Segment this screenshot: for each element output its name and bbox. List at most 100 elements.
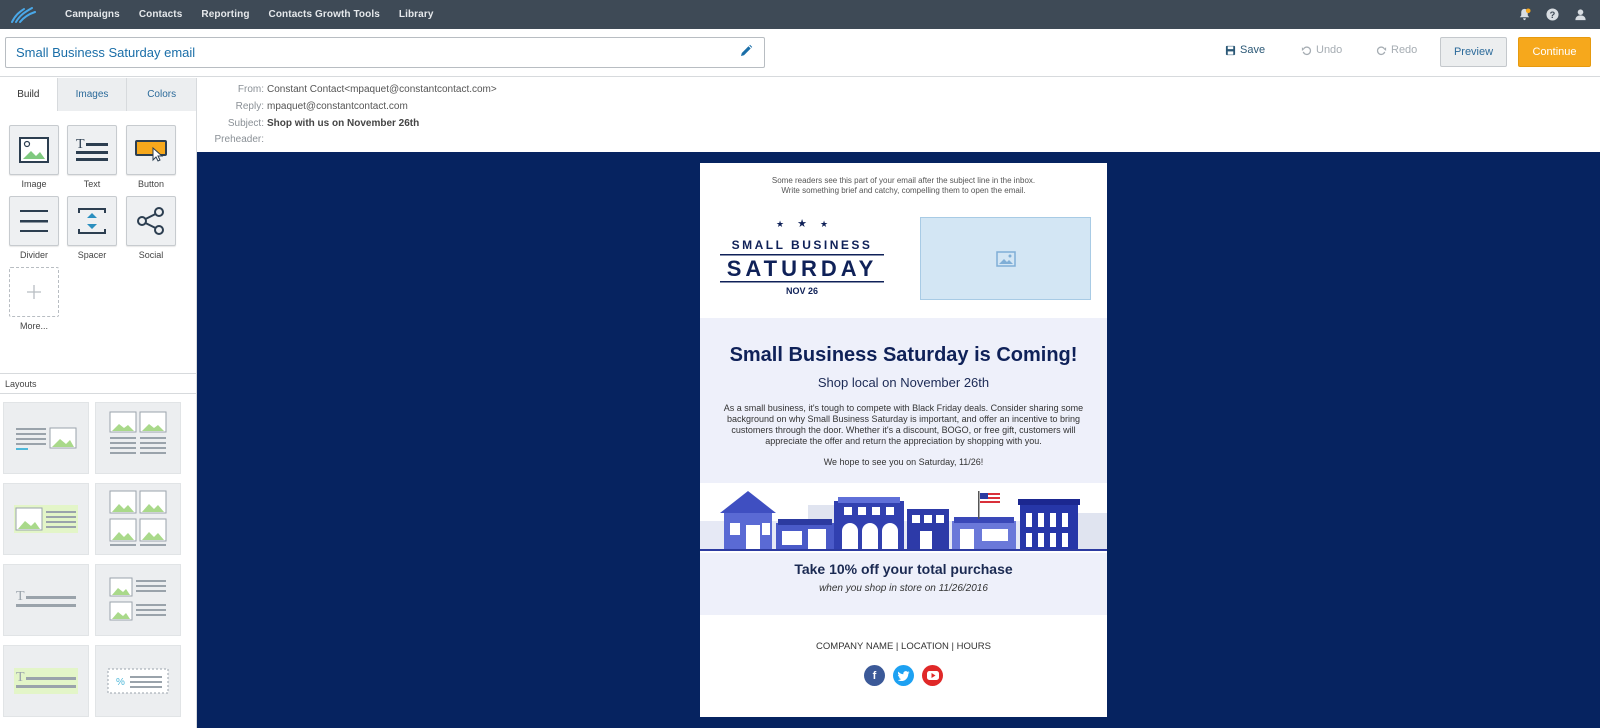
- editor-toolbar: Save Undo Redo Preview Continue: [0, 29, 1600, 77]
- twitter-icon[interactable]: [893, 665, 914, 686]
- layout-title-text[interactable]: T: [3, 564, 89, 636]
- text-icon: T: [76, 137, 108, 161]
- bell-icon[interactable]: [1516, 7, 1532, 23]
- image-icon: [995, 250, 1016, 267]
- constant-contact-logo[interactable]: [0, 0, 46, 29]
- tool-social[interactable]: Social: [125, 196, 177, 260]
- image-placeholder[interactable]: [920, 217, 1091, 300]
- preheader-block[interactable]: Some readers see this part of your email…: [700, 176, 1107, 196]
- plus-icon: [27, 285, 41, 299]
- top-navigation: Campaigns Contacts Reporting Contacts Gr…: [0, 0, 1600, 29]
- from-row[interactable]: From: Constant Contact<mpaquet@constantc…: [197, 84, 497, 95]
- from-label: From:: [237, 84, 264, 95]
- tool-image-box[interactable]: [9, 125, 59, 175]
- layout-thumbnail: [109, 490, 167, 546]
- layout-images-text-stack[interactable]: [95, 564, 181, 636]
- image-icon: [19, 137, 49, 163]
- hero-subtitle: Shop local on November 26th: [817, 375, 990, 390]
- tool-button-box[interactable]: [126, 125, 176, 175]
- layout-two-columns[interactable]: [95, 402, 181, 474]
- tool-more-box[interactable]: [9, 267, 59, 317]
- storefront-illustration[interactable]: [700, 483, 1107, 553]
- nav-contacts-growth-tools[interactable]: Contacts Growth Tools: [269, 9, 380, 20]
- layout-thumbnail: [109, 577, 166, 621]
- nav-library[interactable]: Library: [399, 9, 434, 20]
- undo-button[interactable]: Undo: [1301, 44, 1342, 56]
- offer-subtitle: when you shop in store on 11/26/2016: [819, 583, 988, 594]
- tab-build[interactable]: Build: [0, 78, 57, 111]
- tool-divider-box[interactable]: [9, 196, 59, 246]
- tab-colors[interactable]: Colors: [126, 78, 196, 111]
- undo-label: Undo: [1316, 44, 1343, 56]
- tool-social-box[interactable]: [126, 196, 176, 246]
- layout-title-highlight[interactable]: T: [3, 645, 89, 717]
- layout-thumbnail: [109, 411, 167, 454]
- youtube-icon[interactable]: [922, 665, 943, 686]
- nav-campaigns[interactable]: Campaigns: [65, 9, 120, 20]
- tool-text-box[interactable]: T: [67, 125, 117, 175]
- offer-title: Take 10% off your total purchase: [794, 561, 1013, 577]
- divider-icon: [20, 210, 48, 232]
- tool-divider[interactable]: Divider: [8, 196, 60, 260]
- tool-image-label: Image: [21, 179, 47, 189]
- save-button[interactable]: Save: [1225, 44, 1265, 56]
- reply-row[interactable]: Reply: mpaquet@constantcontact.com: [197, 101, 408, 112]
- email-body: Some readers see this part of your email…: [700, 163, 1107, 717]
- logo-line-3: NOV 26: [786, 286, 818, 296]
- undo-icon: [1301, 45, 1312, 55]
- layout-thumbnail: T: [14, 668, 78, 694]
- svg-text:T: T: [76, 137, 85, 152]
- svg-text:?: ?: [1549, 10, 1555, 20]
- hero-title: Small Business Saturday is Coming!: [729, 344, 1078, 366]
- email-header-info: From: Constant Contact<mpaquet@constantc…: [197, 78, 1600, 152]
- redo-button[interactable]: Redo: [1376, 44, 1417, 56]
- layout-thumbnail: [14, 505, 78, 533]
- facebook-icon[interactable]: f: [864, 665, 885, 686]
- tool-spacer-label: Spacer: [77, 250, 107, 260]
- tab-images[interactable]: Images: [56, 78, 127, 111]
- small-business-saturday-logo[interactable]: ★ ★ ★ SMALL BUSINESS SATURDAY NOV 26: [718, 218, 886, 298]
- layout-image-text-highlight[interactable]: [3, 483, 89, 555]
- tool-text-label: Text: [83, 179, 101, 189]
- tool-divider-label: Divider: [19, 250, 48, 260]
- user-icon[interactable]: [1572, 7, 1588, 23]
- tool-spacer-box[interactable]: [67, 196, 117, 246]
- nav-contacts[interactable]: Contacts: [139, 9, 183, 20]
- continue-button[interactable]: Continue: [1518, 37, 1591, 67]
- social-links: f: [700, 665, 1107, 686]
- tool-button[interactable]: Button: [125, 125, 177, 189]
- layout-text-image[interactable]: [3, 402, 89, 474]
- redo-label: Redo: [1391, 44, 1418, 56]
- svg-text:★: ★: [797, 218, 807, 230]
- company-footer[interactable]: COMPANY NAME | LOCATION | HOURS: [700, 641, 1107, 652]
- reply-label: Reply:: [235, 101, 264, 112]
- logo-line-1: SMALL BUSINESS: [732, 238, 873, 252]
- social-share-icon: [137, 207, 164, 235]
- tool-more[interactable]: More...: [8, 267, 60, 331]
- tool-text[interactable]: T Text: [66, 125, 118, 189]
- preheader-label: Preheader:: [214, 134, 264, 145]
- email-canvas: Some readers see this part of your email…: [197, 152, 1600, 728]
- subject-row[interactable]: Subject: Shop with us on November 26th: [197, 118, 419, 129]
- tool-spacer[interactable]: Spacer: [66, 196, 118, 260]
- nav-reporting[interactable]: Reporting: [201, 9, 249, 20]
- button-icon: [135, 140, 167, 162]
- tool-image[interactable]: Image: [8, 125, 60, 189]
- from-value: Constant Contact<mpaquet@constantcontact…: [267, 84, 497, 95]
- offer-section[interactable]: Take 10% off your total purchase when yo…: [700, 553, 1107, 615]
- pencil-icon[interactable]: [739, 44, 755, 60]
- help-icon[interactable]: ?: [1544, 7, 1560, 23]
- svg-text:%: %: [116, 677, 125, 688]
- svg-text:★: ★: [820, 219, 828, 229]
- preheader-row[interactable]: Preheader:: [197, 134, 267, 145]
- layout-image-grid[interactable]: [95, 483, 181, 555]
- email-name-input[interactable]: [5, 37, 765, 68]
- layout-thumbnail: T: [16, 589, 76, 607]
- hero-section[interactable]: Small Business Saturday is Coming! Shop …: [700, 318, 1107, 483]
- layouts-heading: Layouts: [0, 374, 196, 394]
- logo-icon: [11, 6, 36, 23]
- preview-button[interactable]: Preview: [1440, 37, 1507, 67]
- svg-text:T: T: [16, 589, 25, 604]
- layout-thumbnail: [16, 427, 77, 450]
- layout-coupon[interactable]: %: [95, 645, 181, 717]
